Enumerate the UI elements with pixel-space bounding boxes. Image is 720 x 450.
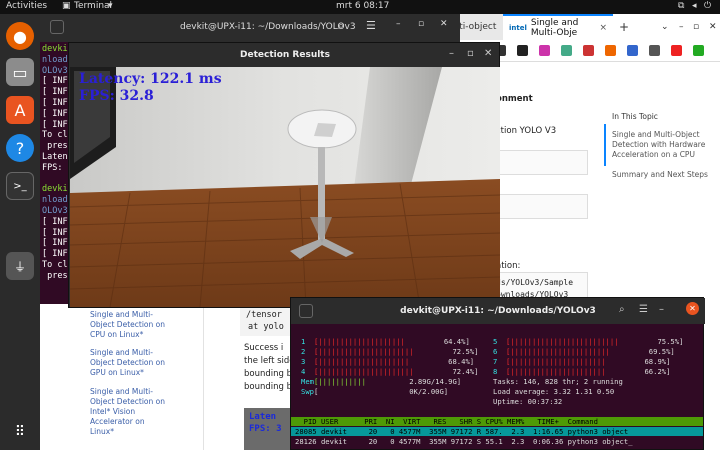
terminal-line: OLOv3 [42, 206, 68, 216]
code-line: ds/YOLOv3/Sample [496, 278, 574, 287]
sidebar-link-cpu[interactable]: Single and Multi-Object Detection on CPU… [90, 310, 170, 340]
help-icon[interactable]: ? [6, 134, 34, 162]
minimize-icon[interactable]: – [396, 19, 401, 29]
terminal-line: OLOv3 [42, 65, 68, 76]
extension-icon[interactable] [605, 45, 616, 56]
code-line: at yolo [248, 322, 284, 332]
close-icon[interactable]: ✕ [484, 48, 492, 59]
chevron-down-icon: ▾ [108, 1, 113, 11]
close-window-icon[interactable]: ✕ [703, 14, 720, 40]
process-table-header[interactable]: PID USER PRI NI VIRT RES SHR S CPU% MEM%… [291, 417, 703, 426]
cpu-meter: 5 [||||||||||||||||||||||||| 75.5%] [493, 337, 684, 346]
close-icon[interactable]: ✕ [686, 302, 699, 315]
minimize-icon[interactable]: – [449, 48, 454, 59]
success-text: bounding b [244, 382, 293, 392]
intel-logo-icon: intel [509, 24, 527, 32]
volume-icon[interactable]: ◂ [692, 1, 697, 11]
process-row[interactable]: 28126 devkit 20 0 4577M 355M 97172 S 55.… [291, 437, 703, 446]
sidebar-link-vpu[interactable]: Single and Multi-Object Detection on Int… [90, 387, 170, 437]
tab-active[interactable]: intel Single and Multi-Obje × [503, 14, 613, 40]
extension-icon[interactable] [517, 45, 528, 56]
new-tab-icon[interactable] [299, 304, 313, 318]
firefox-icon[interactable]: ● [6, 22, 34, 50]
close-icon[interactable]: ✕ [440, 19, 448, 29]
menu-icon[interactable]: ☰ [639, 304, 648, 315]
usb-drive-icon[interactable]: ⏚ [6, 252, 34, 280]
search-icon[interactable]: ⌕ [338, 19, 344, 33]
extension-icon[interactable] [693, 45, 704, 56]
code-line: /tensor [246, 310, 282, 320]
minimize-icon[interactable]: – [659, 304, 664, 315]
section-heading: onment [496, 94, 533, 104]
menu-icon[interactable]: ☰ [366, 19, 376, 32]
fps-overlay: FPS: 32.8 [79, 88, 154, 104]
dock: ● ▭ A ? >_ ⏚ ⠿ [0, 14, 40, 450]
extension-icon[interactable] [649, 45, 660, 56]
load-average: Load average: 3.32 1.31 0.50 [493, 387, 615, 396]
files-icon[interactable]: ▭ [6, 58, 34, 86]
window-title: devkit@UPX-i11: ~/Downloads/YOLOv3 [180, 22, 356, 32]
terminal-titlebar: devkit@UPX-i11: ~/Downloads/YOLOv3 ⌕ ☰ –… [40, 14, 460, 42]
close-tab-icon[interactable]: × [599, 23, 607, 33]
power-icon[interactable]: ⏻ [704, 1, 711, 11]
terminal-icon[interactable]: >_ [6, 172, 34, 200]
latency-overlay: Latency: 122.1 ms [79, 71, 222, 87]
window-title: Detection Results [240, 50, 330, 60]
extension-icon[interactable] [539, 45, 550, 56]
extension-icon[interactable] [627, 45, 638, 56]
tab-list-chevron-icon[interactable]: ⌄ [655, 14, 675, 40]
cpu-meter: 8 [|||||||||||||||||||||| 66.2%] [493, 367, 671, 376]
success-text: Success i [244, 343, 284, 353]
topic-link-summary[interactable]: Summary and Next Steps [612, 170, 712, 180]
detection-image: Latency: 122.1 ms FPS: 32.8 [70, 67, 500, 307]
sidebar-link-gpu[interactable]: Single and Multi-Object Detection on GPU… [90, 348, 170, 378]
uptime: Uptime: 00:37:32 [493, 397, 563, 406]
topic-indicator [604, 124, 606, 166]
cpu-meter: 7 [|||||||||||||||||||||| 68.9%] [493, 357, 671, 366]
detection-results-window: Detection Results – ▫ ✕ Latency: 122.1 m… [68, 42, 500, 308]
maximize-icon[interactable]: ▫ [467, 48, 474, 59]
cpu-meter: 6 [||||||||||||||||||||||| 69.5%] [493, 347, 675, 356]
process-row-selected[interactable]: 28085 devkit 20 0 4577M 355M 97172 R 587… [291, 427, 703, 436]
extension-icon[interactable] [561, 45, 572, 56]
cpu-meter: 3 [||||||||||||||||||||| 68.4%] [301, 357, 475, 366]
terminal-line: FPS: [42, 162, 68, 173]
htop-terminal-window: devkit@UPX-i11: ~/Downloads/YOLOv3 ⌕ ☰ –… [290, 297, 705, 450]
extension-icon[interactable] [583, 45, 594, 56]
in-this-topic-heading: In This Topic [612, 112, 658, 121]
cpu-meter: 2 [|||||||||||||||||||||| 72.5%] [301, 347, 479, 356]
app-menu-button[interactable]: Terminal [74, 1, 112, 11]
search-icon[interactable]: ⌕ [619, 304, 625, 315]
code-box [492, 150, 588, 175]
topic-link-cpu[interactable]: Single and Multi-Object Detection with H… [612, 130, 712, 160]
top-bar: Activities ▣ Terminal ▾ mrt 6 08:17 ⧉ ◂ … [0, 0, 720, 14]
new-tab-icon[interactable] [50, 20, 64, 34]
extension-icon[interactable] [671, 45, 682, 56]
success-text: the left side [244, 356, 295, 366]
step-heading: ction YOLO V3 [496, 126, 557, 136]
cpu-meter: 1 [|||||||||||||||||||| 64.4%] [301, 337, 470, 346]
mem-meter: Mem[||||||||||| 2.89G/14.9G] [301, 377, 462, 386]
new-tab-button[interactable]: + [613, 14, 633, 40]
result-thumbnail: Laten FPS: 3 [244, 408, 292, 450]
terminal-app-icon: ▣ [62, 1, 71, 11]
swap-meter: Swp[ 0K/2.00G] [301, 387, 449, 396]
show-apps-icon[interactable]: ⠿ [6, 418, 34, 446]
cpu-meter: 4 [|||||||||||||||||||||| 72.4%] [301, 367, 479, 376]
maximize-icon[interactable]: ▫ [418, 19, 424, 29]
network-icon[interactable]: ⧉ [678, 1, 684, 11]
activities-button[interactable]: Activities [6, 1, 47, 11]
code-box [492, 194, 588, 219]
software-center-icon[interactable]: A [6, 96, 34, 124]
success-text: bounding b [244, 369, 293, 379]
tasks-summary: Tasks: 146, 828 thr; 2 running [493, 377, 623, 386]
clock[interactable]: mrt 6 08:17 [336, 1, 389, 11]
